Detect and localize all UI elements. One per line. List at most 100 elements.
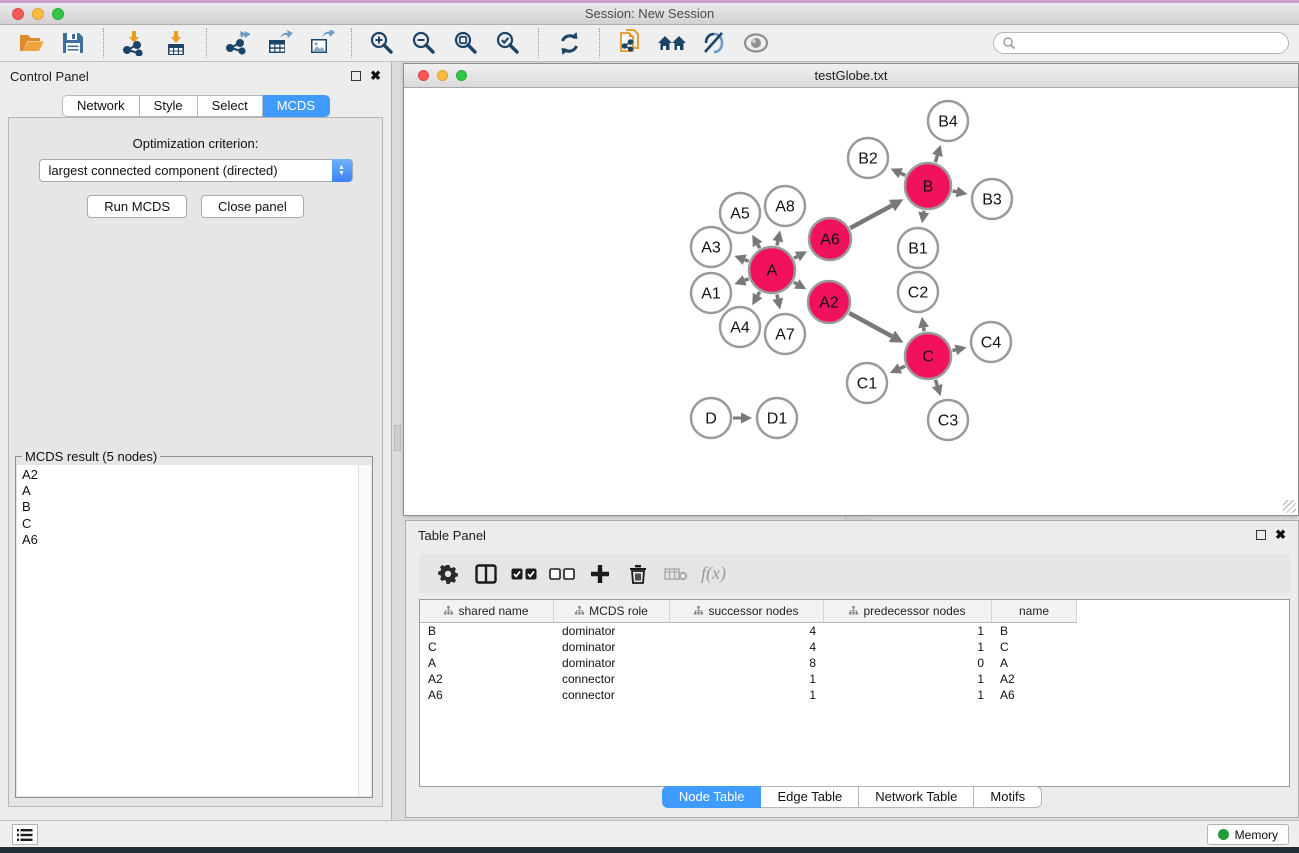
result-list-item[interactable]: A2 (22, 467, 371, 483)
zoom-out-icon[interactable] (408, 28, 440, 58)
table-cell[interactable]: 1 (824, 687, 992, 703)
graph-edge[interactable] (850, 206, 892, 229)
unselect-all-columns-icon[interactable] (543, 559, 581, 589)
table-row[interactable]: Adominator80A (420, 655, 1289, 671)
result-scrollbar[interactable] (358, 465, 371, 796)
table-row[interactable]: A2connector11A2 (420, 671, 1289, 687)
graph-edge[interactable] (952, 191, 956, 192)
mcds-result-list[interactable]: A2ABCA6 (17, 465, 371, 796)
import-table-icon[interactable] (160, 28, 192, 58)
tab-motifs[interactable]: Motifs (974, 786, 1042, 808)
show-graphics-icon[interactable] (740, 28, 772, 58)
open-file-icon[interactable] (15, 28, 47, 58)
table-row[interactable]: Cdominator41C (420, 639, 1289, 655)
refresh-layout-icon[interactable] (553, 28, 585, 58)
table-cell[interactable]: C (420, 639, 554, 655)
graph-edge[interactable] (924, 328, 925, 332)
close-panel-icon[interactable]: ✖ (370, 71, 381, 81)
table-cell[interactable]: dominator (554, 623, 670, 639)
graph-edge[interactable] (745, 260, 749, 261)
table-cell[interactable]: B (992, 623, 1077, 639)
resize-grip-icon[interactable] (1283, 500, 1296, 513)
delete-columns-icon[interactable] (619, 559, 657, 589)
graph-edge[interactable] (745, 279, 749, 280)
tab-mcds[interactable]: MCDS (263, 95, 330, 117)
table-cell[interactable]: C (992, 639, 1077, 655)
table-cell[interactable]: A6 (992, 687, 1077, 703)
graph-edge[interactable] (758, 292, 760, 296)
function-builder-icon[interactable]: f(x) (695, 559, 726, 589)
table-cell[interactable]: A2 (992, 671, 1077, 687)
result-list-item[interactable]: A (22, 483, 371, 499)
zoom-fit-icon[interactable] (450, 28, 482, 58)
select-all-columns-icon[interactable] (505, 559, 543, 589)
graph-edge[interactable] (777, 241, 778, 245)
table-cell[interactable]: 1 (670, 687, 824, 703)
network-from-selection-icon[interactable] (614, 28, 646, 58)
graph-edge[interactable] (777, 294, 778, 298)
table-row[interactable]: A6connector11A6 (420, 687, 1289, 703)
table-cell[interactable]: A (420, 655, 554, 671)
memory-button[interactable]: Memory (1207, 824, 1289, 845)
float-panel-icon[interactable] (351, 71, 361, 81)
export-network-icon[interactable] (221, 28, 253, 58)
table-cell[interactable]: 1 (824, 639, 992, 655)
graph-edge[interactable] (935, 380, 937, 386)
import-network-icon[interactable] (118, 28, 150, 58)
add-column-icon[interactable] (581, 559, 619, 589)
search-input[interactable] (993, 32, 1289, 54)
column-header-shared-name[interactable]: shared name (420, 600, 554, 623)
hide-graphics-icon[interactable] (698, 28, 730, 58)
table-cell[interactable]: 1 (824, 623, 992, 639)
table-cell[interactable]: B (420, 623, 554, 639)
node-table[interactable]: shared nameMCDS rolesuccessor nodesprede… (419, 599, 1290, 787)
table-cell[interactable]: A (992, 655, 1077, 671)
delete-table-icon[interactable] (657, 559, 695, 589)
tab-style[interactable]: Style (140, 95, 198, 117)
float-table-panel-icon[interactable] (1256, 530, 1266, 540)
result-list-item[interactable]: A6 (22, 532, 371, 548)
graph-edge[interactable] (952, 350, 955, 351)
table-cell[interactable]: 1 (670, 671, 824, 687)
column-header-predecessor-nodes[interactable]: predecessor nodes (824, 600, 992, 623)
run-mcds-button[interactable]: Run MCDS (87, 195, 187, 218)
graph-edge[interactable] (901, 173, 906, 175)
zoom-in-icon[interactable] (366, 28, 398, 58)
table-cell[interactable]: connector (554, 687, 670, 703)
show-column-icon[interactable] (467, 559, 505, 589)
table-cell[interactable]: connector (554, 671, 670, 687)
column-header-MCDS-role[interactable]: MCDS role (554, 600, 670, 623)
export-table-icon[interactable] (263, 28, 295, 58)
graph-edge[interactable] (794, 256, 797, 258)
close-panel-button[interactable]: Close panel (201, 195, 304, 218)
graph-edge[interactable] (758, 244, 760, 248)
tab-network[interactable]: Network (62, 95, 140, 117)
column-header-name[interactable]: name (992, 600, 1077, 623)
zoom-selected-icon[interactable] (492, 28, 524, 58)
result-list-item[interactable]: C (22, 516, 371, 532)
table-cell[interactable]: dominator (554, 655, 670, 671)
table-row[interactable]: Bdominator41B (420, 623, 1289, 639)
tab-edge-table[interactable]: Edge Table (761, 786, 859, 808)
table-cell[interactable]: 4 (670, 623, 824, 639)
table-cell[interactable]: 1 (824, 671, 992, 687)
save-session-icon[interactable] (57, 28, 89, 58)
network-window-titlebar[interactable]: testGlobe.txt (404, 64, 1298, 88)
table-cell[interactable]: 0 (824, 655, 992, 671)
table-cell[interactable]: dominator (554, 639, 670, 655)
cybrowser-home-icon[interactable] (656, 28, 688, 58)
tab-select[interactable]: Select (198, 95, 263, 117)
tab-network-table[interactable]: Network Table (859, 786, 974, 808)
close-table-panel-icon[interactable]: ✖ (1275, 530, 1286, 540)
splitpane-vertical-handle[interactable] (394, 425, 401, 451)
export-image-icon[interactable] (305, 28, 337, 58)
network-canvas[interactable]: B4B2BB3B1C2A5A8A6A3AA1A4A7A2CC4C1C3DD1 (404, 88, 1298, 515)
graph-edge[interactable] (900, 366, 905, 368)
graph-edge[interactable] (849, 313, 892, 336)
column-header-successor-nodes[interactable]: successor nodes (670, 600, 824, 623)
table-cell[interactable]: A2 (420, 671, 554, 687)
task-history-button[interactable] (12, 824, 38, 845)
tab-node-table[interactable]: Node Table (662, 786, 762, 808)
settings-gear-icon[interactable] (429, 559, 467, 589)
table-cell[interactable]: A6 (420, 687, 554, 703)
